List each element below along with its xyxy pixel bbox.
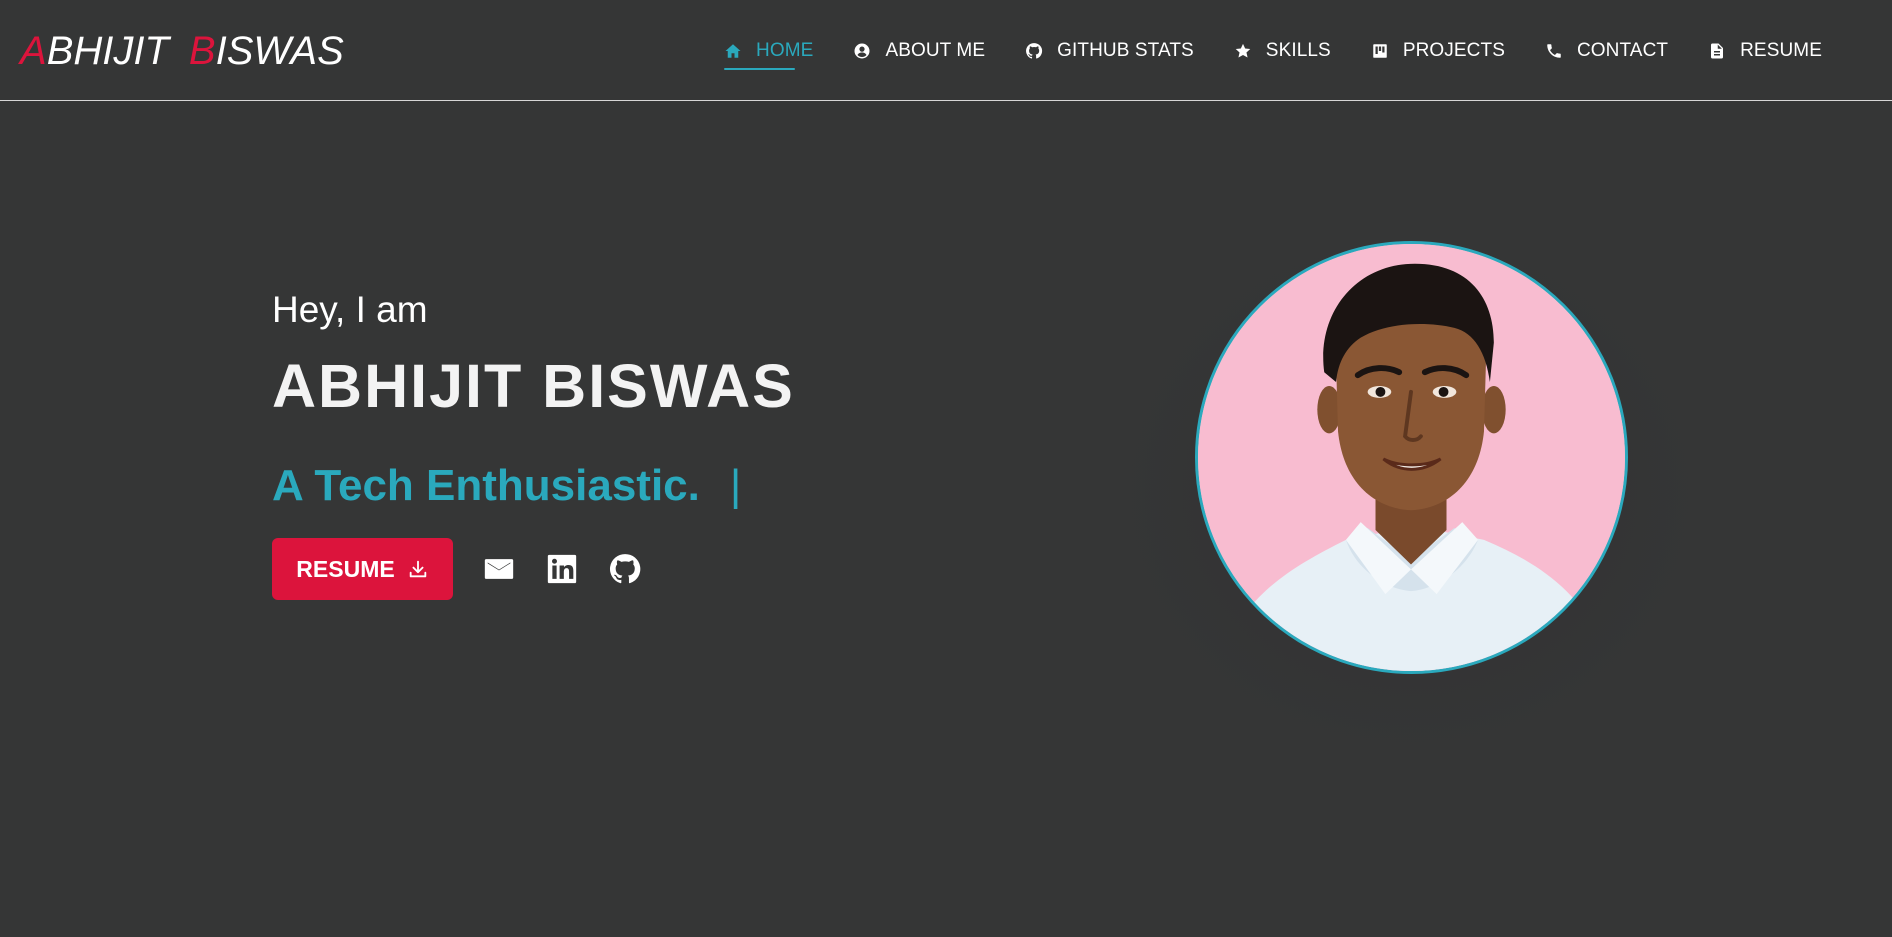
hero-name: ABHIJIT BISWAS [272, 352, 795, 420]
brand-first-rest: BHIJIT [46, 29, 169, 73]
nav-item-label: HOME [756, 39, 814, 61]
brand-last-initial: B [188, 29, 216, 73]
nav-item-label: PROJECTS [1402, 39, 1505, 61]
hero-tagline: A Tech Enthusiastic. | [272, 460, 795, 512]
profile-photo [1195, 241, 1628, 674]
hero-actions: RESUME [272, 538, 795, 600]
hero-greeting: Hey, I am [272, 289, 428, 330]
nav-item-label: ABOUT ME [885, 39, 986, 61]
brand-logo[interactable]: ABHIJIT BISWAS [20, 28, 344, 74]
nav-item-contact[interactable]: CONTACT [1545, 34, 1668, 68]
brand-first-initial: A [20, 29, 47, 73]
nav-item-label: RESUME [1740, 39, 1822, 61]
main-nav: HOME ABOUT ME GITHUB STATS SKILLS PROJEC… [724, 0, 1822, 101]
nav-item-about-me[interactable]: ABOUT ME [853, 34, 985, 68]
phone-icon [1545, 42, 1563, 60]
nav-item-skills[interactable]: SKILLS [1234, 34, 1331, 68]
hero-section: Hey, I am ABHIJIT BISWAS A Tech Enthusia… [272, 288, 795, 600]
github-link[interactable] [608, 552, 642, 586]
resume-download-button[interactable]: RESUME [272, 538, 453, 600]
hero-tagline-text: A Tech Enthusiastic. [272, 461, 700, 510]
home-icon [724, 42, 742, 60]
star-icon [1234, 42, 1252, 60]
typing-cursor: | [729, 461, 742, 510]
nav-item-home[interactable]: HOME [724, 34, 814, 70]
nav-item-resume[interactable]: RESUME [1708, 34, 1822, 68]
nav-item-github-stats[interactable]: GITHUB STATS [1025, 34, 1194, 68]
nav-item-label: GITHUB STATS [1057, 39, 1194, 61]
profile-photo-illustration [1198, 244, 1625, 671]
github-icon [1025, 42, 1043, 60]
nav-item-label: CONTACT [1576, 39, 1669, 61]
download-icon [407, 558, 429, 580]
kanban-icon [1371, 42, 1389, 60]
navbar: ABHIJIT BISWAS HOME ABOUT ME GITHUB STATS… [0, 0, 1892, 101]
nav-item-label: SKILLS [1265, 39, 1331, 61]
linkedin-link[interactable] [545, 552, 579, 586]
mail-icon [482, 552, 516, 586]
user-circle-icon [853, 42, 871, 60]
nav-item-projects[interactable]: PROJECTS [1371, 34, 1505, 68]
email-link[interactable] [482, 552, 516, 586]
brand-last-rest: ISWAS [215, 29, 344, 73]
document-icon [1708, 42, 1726, 60]
resume-button-label: RESUME [296, 555, 395, 582]
linkedin-icon [545, 552, 579, 586]
github-icon [608, 552, 642, 586]
